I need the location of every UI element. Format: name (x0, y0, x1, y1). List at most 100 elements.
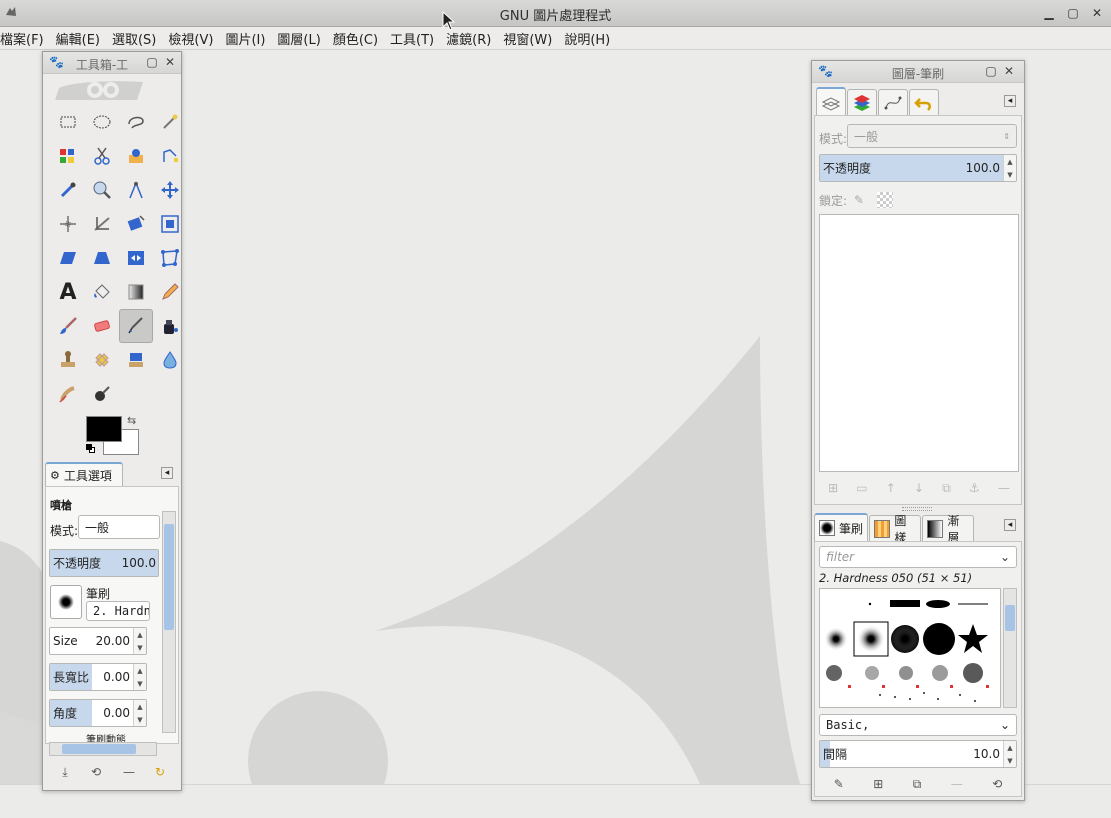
zoom-tool[interactable] (85, 173, 119, 207)
color-select-tool[interactable] (51, 139, 85, 173)
toolbox-titlebar[interactable]: 🐾 工具箱-工 ▢ ✕ (43, 52, 181, 74)
angle-spinner[interactable]: 角度 0.00 ▲ ▼ (49, 699, 147, 727)
swap-colors-icon[interactable]: ⇆ (127, 414, 136, 427)
delete-options-icon[interactable]: — (121, 764, 137, 780)
opacity-slider[interactable]: 不透明度 100.0 (49, 549, 159, 577)
foreground-color-swatch[interactable] (86, 416, 122, 442)
refresh-brushes-icon[interactable]: ⟲ (992, 777, 1002, 791)
rect-select-tool[interactable] (51, 105, 85, 139)
scissors-tool[interactable] (85, 139, 119, 173)
bucket-fill-tool[interactable] (85, 275, 119, 309)
wilber-drop-zone[interactable] (51, 78, 147, 102)
crop-tool[interactable] (85, 207, 119, 241)
move-tool[interactable] (153, 173, 187, 207)
maximize-icon[interactable]: ▢ (984, 64, 998, 78)
text-tool[interactable]: A (51, 275, 85, 309)
tab-tool-options[interactable]: ⚙ 工具選項 (45, 462, 123, 486)
flip-tool[interactable] (119, 241, 153, 275)
perspective-tool[interactable] (85, 241, 119, 275)
lock-pixels-icon[interactable]: ✎ (851, 192, 867, 208)
menu-help[interactable]: 說明(H) (558, 29, 616, 48)
duplicate-layer-icon[interactable]: ⧉ (942, 481, 951, 496)
new-layer-icon[interactable]: ⊞ (828, 481, 838, 495)
delete-brush-icon[interactable]: — (951, 777, 963, 791)
eraser-tool[interactable] (85, 309, 119, 343)
smudge-tool[interactable] (51, 377, 85, 411)
clone-tool[interactable] (51, 343, 85, 377)
delete-layer-icon[interactable]: — (998, 481, 1010, 495)
menu-filters[interactable]: 濾鏡(R) (440, 29, 497, 48)
brush-grid-scrollbar[interactable] (1003, 588, 1017, 708)
brush-filter-input[interactable]: filter ⌄ (819, 546, 1017, 568)
edit-brush-icon[interactable]: ✎ (834, 777, 844, 791)
tab-undo-history[interactable] (909, 89, 939, 115)
tab-gradients[interactable]: 漸層 (922, 514, 974, 545)
brush-preview-button[interactable] (50, 585, 82, 619)
size-spinner[interactable]: Size 20.00 ▲ ▼ (49, 627, 147, 655)
layers-mode-select[interactable]: 一般 ⇕ (847, 124, 1017, 148)
tab-patterns[interactable]: 圖樣 (869, 514, 921, 545)
close-icon[interactable]: ✕ (163, 55, 177, 69)
lower-layer-icon[interactable]: ↓ (914, 481, 924, 495)
layers-opacity-slider[interactable]: 不透明度 100.0 ▲ ▼ (819, 154, 1017, 182)
heal-tool[interactable] (85, 343, 119, 377)
tab-channels[interactable] (847, 89, 877, 115)
brush-grid[interactable] (819, 588, 1001, 708)
ellipse-select-tool[interactable] (85, 105, 119, 139)
menu-file[interactable]: 檔案(F) (0, 29, 50, 48)
tab-paths[interactable] (878, 89, 908, 115)
menu-edit[interactable]: 編輯(E) (50, 29, 106, 48)
menu-colors[interactable]: 顏色(C) (327, 29, 384, 48)
paintbrush-tool[interactable] (51, 309, 85, 343)
layers-titlebar[interactable]: 🐾 圖層-筆刷 ▢ ✕ (812, 61, 1024, 83)
fuzzy-select-tool[interactable] (153, 105, 187, 139)
paths-tool[interactable] (153, 139, 187, 173)
lock-alpha-icon[interactable] (877, 192, 893, 208)
tab-layers[interactable] (816, 87, 846, 115)
free-select-tool[interactable] (119, 105, 153, 139)
align-tool[interactable] (51, 207, 85, 241)
aspect-ratio-spinner[interactable]: 長寬比 0.00 ▲ ▼ (49, 663, 147, 691)
default-colors-icon[interactable] (86, 444, 96, 454)
measure-tool[interactable] (119, 173, 153, 207)
pencil-tool[interactable] (153, 275, 187, 309)
cage-tool[interactable] (153, 241, 187, 275)
tab-brushes[interactable]: 筆刷 (814, 513, 868, 541)
tab-menu-icon[interactable]: ◂ (161, 467, 173, 479)
blur-tool[interactable] (153, 343, 187, 377)
tab-menu-icon[interactable]: ◂ (1004, 95, 1016, 107)
maximize-icon[interactable]: ▢ (145, 55, 159, 69)
color-picker-tool[interactable] (51, 173, 85, 207)
mode-select[interactable]: 一般 (78, 515, 160, 539)
brush-name-field[interactable]: 2. Hardne (86, 601, 150, 621)
brush-preset-select[interactable]: Basic, ⌄ (819, 714, 1017, 736)
rotate-tool[interactable] (119, 207, 153, 241)
close-icon[interactable]: ✕ (1089, 5, 1105, 21)
perspective-clone-tool[interactable] (119, 343, 153, 377)
reset-options-icon[interactable]: ↻ (152, 764, 168, 780)
airbrush-tool[interactable] (119, 309, 153, 343)
menu-windows[interactable]: 視窗(W) (497, 29, 558, 48)
shear-tool[interactable] (51, 241, 85, 275)
dodge-burn-tool[interactable] (85, 377, 119, 411)
pane-separator[interactable] (902, 507, 932, 511)
menu-select[interactable]: 選取(S) (106, 29, 162, 48)
tab-menu-icon[interactable]: ◂ (1004, 519, 1016, 531)
blend-tool[interactable] (119, 275, 153, 309)
menu-layer[interactable]: 圖層(L) (271, 29, 326, 48)
maximize-icon[interactable]: ▢ (1065, 5, 1081, 21)
ink-tool[interactable] (153, 309, 187, 343)
menu-view[interactable]: 檢視(V) (162, 29, 219, 48)
scale-tool[interactable] (153, 207, 187, 241)
menu-image[interactable]: 圖片(I) (219, 29, 271, 48)
duplicate-brush-icon[interactable]: ⧉ (913, 777, 922, 792)
restore-options-icon[interactable]: ⟲ (88, 764, 104, 780)
new-layer-group-icon[interactable]: ▭ (856, 481, 867, 495)
raise-layer-icon[interactable]: ↑ (886, 481, 896, 495)
minimize-icon[interactable]: ▁ (1041, 5, 1057, 21)
new-brush-icon[interactable]: ⊞ (873, 777, 883, 791)
layers-list[interactable] (819, 214, 1019, 472)
save-options-icon[interactable]: ⤓ (57, 764, 73, 780)
tool-options-hscrollbar[interactable] (49, 742, 157, 756)
anchor-layer-icon[interactable]: ⚓ (969, 481, 980, 495)
